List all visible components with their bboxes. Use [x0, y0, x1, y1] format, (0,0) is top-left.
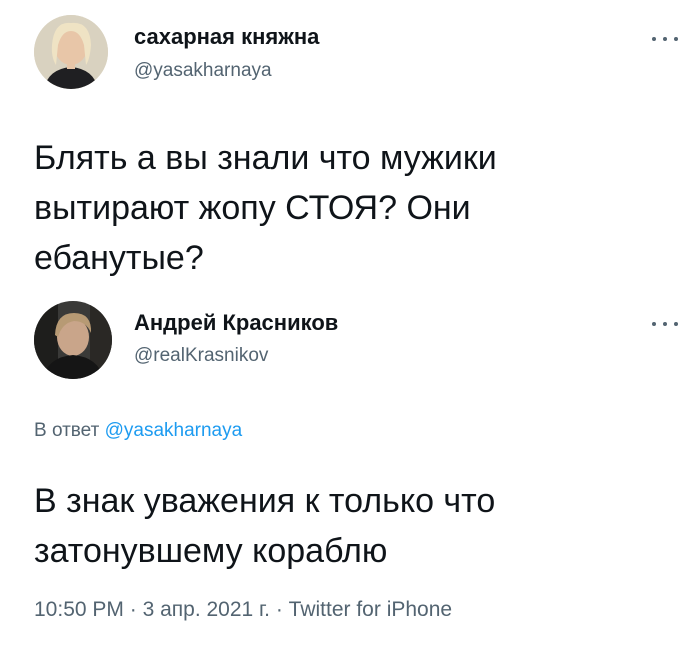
more-horizontal-icon[interactable]: [652, 320, 678, 328]
separator: ·: [275, 598, 283, 621]
tweet-source[interactable]: Twitter for iPhone: [289, 598, 452, 621]
avatar-image: [34, 15, 108, 89]
tweet-metadata: 10:50 PM · 3 апр. 2021 г. · Twitter for …: [34, 598, 452, 622]
reply-mention-link[interactable]: @yasakharnaya: [105, 420, 243, 441]
avatar-yasakharnaya[interactable]: [34, 15, 108, 89]
display-name[interactable]: Андрей Красников: [134, 310, 338, 336]
more-horizontal-icon[interactable]: [652, 35, 678, 43]
original-tweet: сахарная княжна @yasakharnaya Блять а вы…: [0, 0, 700, 290]
tweet-text: В знак уважения к только что затонувшему…: [34, 482, 496, 570]
tweet-time[interactable]: 10:50 PM: [34, 598, 124, 621]
handle[interactable]: @realKrasnikov: [134, 345, 268, 367]
avatar-image: [34, 301, 112, 379]
reply-prefix: В ответ: [34, 420, 100, 441]
reply-context: В ответ @yasakharnaya: [34, 420, 242, 442]
avatar-realkrasnikov[interactable]: [34, 301, 112, 379]
display-name[interactable]: сахарная княжна: [134, 24, 319, 50]
tweet-text: Блять а вы знали что мужики вытирают жоп…: [34, 139, 497, 277]
reply-tweet: Андрей Красников @realKrasnikov В ответ …: [0, 290, 700, 652]
separator: ·: [129, 598, 137, 621]
handle[interactable]: @yasakharnaya: [134, 60, 272, 82]
tweet-date[interactable]: 3 апр. 2021 г.: [143, 598, 270, 621]
